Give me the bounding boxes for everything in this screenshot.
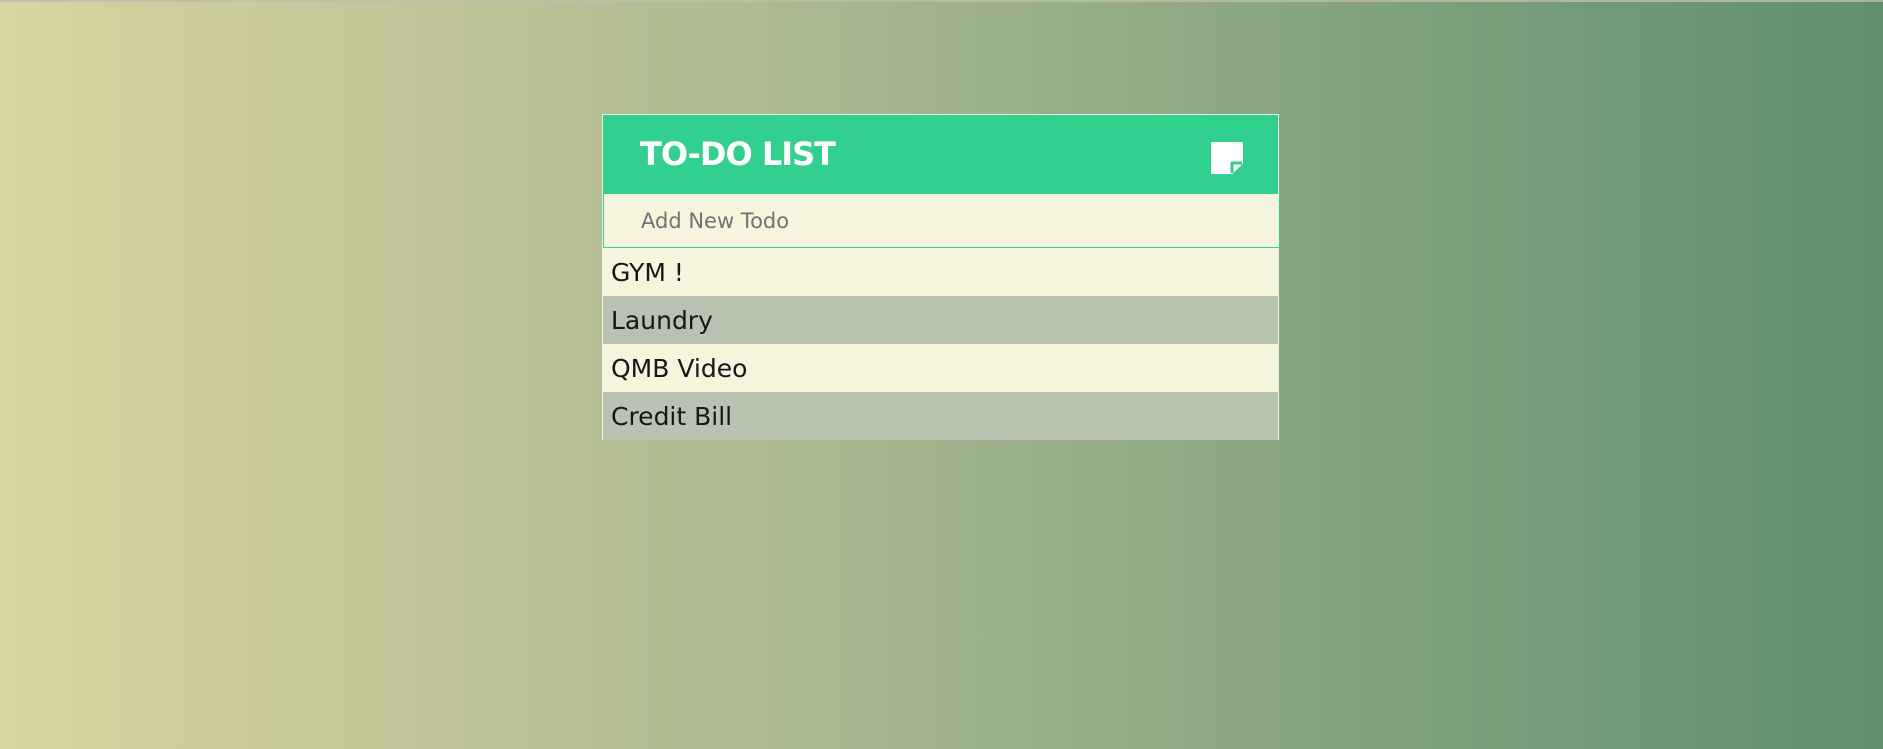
top-browser-line xyxy=(0,0,1883,2)
todo-item-laundry[interactable]: Laundry xyxy=(603,296,1278,344)
todo-list: GYM ! Laundry QMB Video Credit Bill xyxy=(603,248,1278,440)
new-todo-input[interactable] xyxy=(603,194,1280,248)
todo-item-label: Laundry xyxy=(611,305,713,335)
todo-item-label: Credit Bill xyxy=(611,401,733,431)
todo-item-label: GYM ! xyxy=(611,257,684,287)
app-background: { "app": { "title": "TO-DO LIST", "heade… xyxy=(0,0,1883,749)
page-title: TO-DO LIST xyxy=(640,135,836,173)
todo-item-qmb-video[interactable]: QMB Video xyxy=(603,344,1278,392)
sticky-note-icon[interactable] xyxy=(1209,140,1245,176)
todo-header: TO-DO LIST xyxy=(603,115,1278,194)
todo-item-gym[interactable]: GYM ! xyxy=(603,248,1278,296)
todo-item-credit-bill[interactable]: Credit Bill xyxy=(603,392,1278,440)
todo-item-label: QMB Video xyxy=(611,353,748,383)
todo-card: TO-DO LIST GYM ! Laundry QMB Video Credi… xyxy=(602,114,1280,440)
